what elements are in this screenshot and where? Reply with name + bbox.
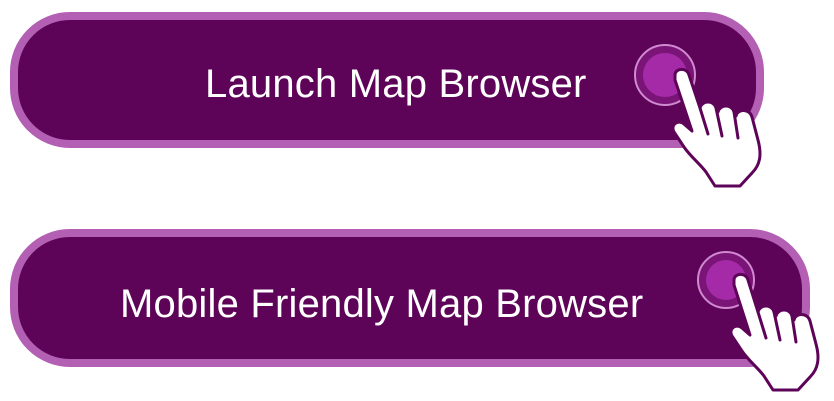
mobile-friendly-map-browser-label: Mobile Friendly Map Browser (120, 282, 644, 326)
mobile-friendly-map-browser-button[interactable]: Mobile Friendly Map Browser (10, 229, 810, 367)
launch-map-browser-label: Launch Map Browser (205, 62, 587, 106)
page-canvas: Launch Map Browser Mobile Friendly Map B… (0, 0, 834, 401)
launch-map-browser-button[interactable]: Launch Map Browser (10, 12, 764, 148)
